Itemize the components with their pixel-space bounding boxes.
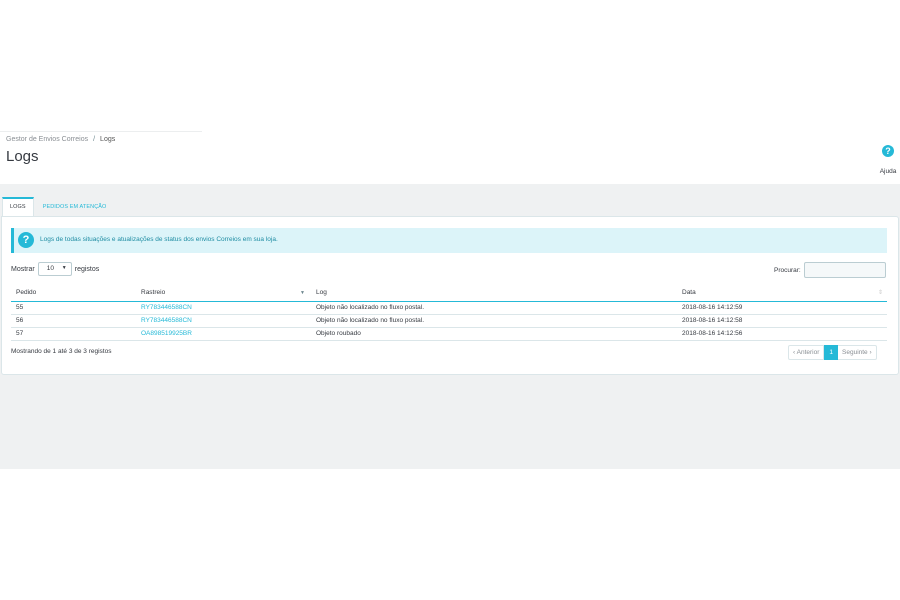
table-header-row: Pedido Rastreio ▼ Log Data ⇕ [11,285,887,302]
pagination: ‹ Anterior 1 Seguinte › [788,345,877,360]
table-row: 56 RY783446588CN Objeto não localizado n… [11,314,887,328]
search-label: Procurar: [774,266,801,274]
cell-pedido: 57 [11,327,136,341]
table-row: 57 OA898519925BR Objeto roubado 2018-08-… [11,327,887,341]
column-header-pedido[interactable]: Pedido [11,285,136,302]
pagination-prev-button[interactable]: ‹ Anterior [788,345,825,360]
table-info: Mostrando de 1 até 3 de 3 registos [11,348,112,355]
help-circle-icon: ? [882,145,894,157]
sort-icon: ⇕ [877,290,883,296]
pagination-next-button[interactable]: Seguinte › [838,345,877,360]
cell-rastreio-link[interactable]: OA898519925BR [136,327,311,341]
length-suffix: registos [74,265,100,273]
column-header-data[interactable]: Data ⇕ [677,285,887,302]
chevron-down-icon: ▼ [61,265,67,271]
breadcrumb-separator: / [93,136,96,143]
help-label: Ajuda [879,168,897,175]
page-length-select[interactable]: 10 ▼ [37,262,72,276]
cell-rastreio-link[interactable]: RY783446588CN [136,301,311,315]
info-alert: ? Logs de todas situações e atualizações… [11,228,887,253]
cell-rastreio-link[interactable]: RY783446588CN [136,314,311,328]
chevron-left-icon: ‹ [793,349,796,356]
cell-pedido: 56 [11,314,136,328]
cell-log: Objeto não localizado no fluxo postal. [311,314,677,328]
page-title: Logs [6,148,39,165]
cell-log: Objeto não localizado no fluxo postal. [311,301,677,315]
search-input[interactable] [803,262,886,278]
tab-pedidos-em-atencao[interactable]: Pedidos em atenção [34,197,116,217]
chevron-right-icon: › [869,349,872,356]
page-length-value: 10 [46,265,54,272]
breadcrumb: Gestor de Envios Correios / Logs [6,136,115,143]
cell-data: 2018-08-16 14:12:56 [677,327,887,341]
cell-data: 2018-08-16 14:12:59 [677,301,887,315]
tab-logs[interactable]: Logs [2,197,34,217]
header-divider [0,131,202,132]
length-prefix: Mostrar [11,265,35,273]
question-circle-icon: ? [18,232,34,248]
logs-table: Pedido Rastreio ▼ Log Data ⇕ 55 RY78344658… [11,285,887,341]
sort-desc-icon: ▼ [300,290,305,296]
page-header [0,130,900,184]
breadcrumb-current: Logs [100,136,116,143]
search-control: Procurar: [774,262,886,278]
cell-log: Objeto roubado [311,327,677,341]
table-row: 55 RY783446588CN Objeto não localizado n… [11,301,887,315]
breadcrumb-parent[interactable]: Gestor de Envios Correios [6,136,88,143]
cell-data: 2018-08-16 14:12:58 [677,314,887,328]
help-button[interactable]: ? Ajuda [877,145,899,178]
column-header-rastreio[interactable]: Rastreio ▼ [136,285,311,302]
tab-bar: Logs Pedidos em atenção [2,197,115,217]
column-header-log[interactable]: Log [311,285,677,302]
cell-pedido: 55 [11,301,136,315]
alert-text: Logs de todas situações e atualizações d… [40,236,278,243]
page-length-control: Mostrar 10 ▼ registos [11,262,99,276]
pagination-page-1[interactable]: 1 [824,345,839,360]
